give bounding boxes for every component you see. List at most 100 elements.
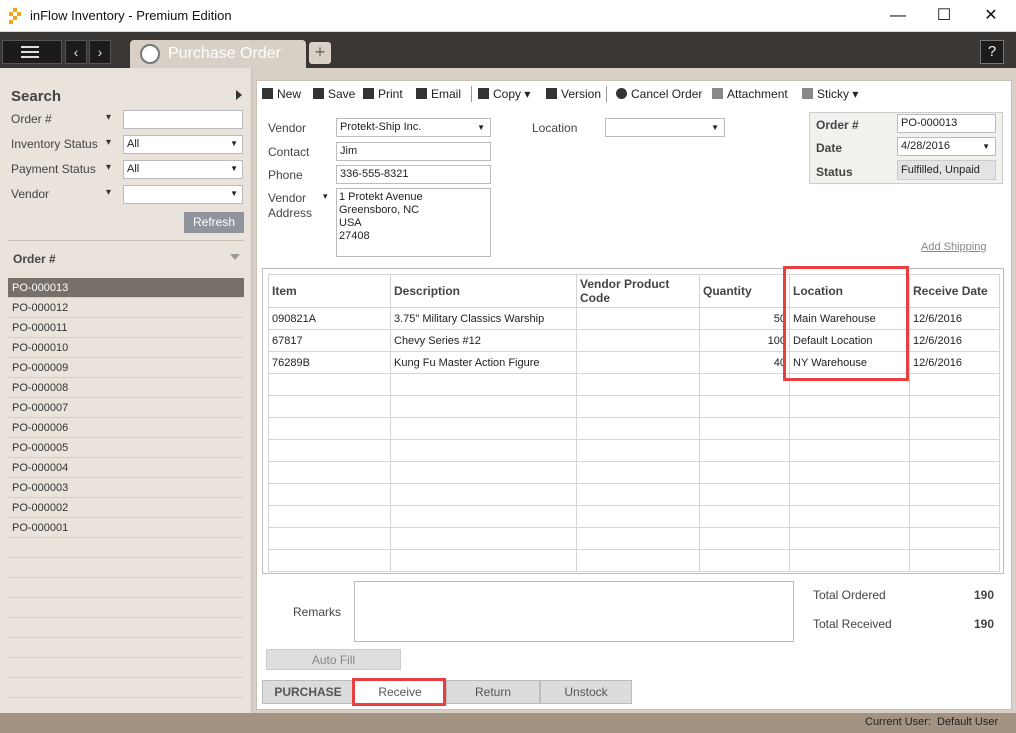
location-select[interactable]: ▼ (605, 118, 725, 137)
sticky-button[interactable]: Sticky ▾ (802, 87, 858, 101)
empty-table-row[interactable] (268, 461, 1000, 484)
cell-vendor-product-code[interactable] (576, 351, 700, 374)
list-item[interactable]: PO-000005 (8, 438, 244, 458)
maximize-button[interactable]: ☐ (934, 6, 954, 26)
list-item[interactable]: PO-000011 (8, 318, 244, 338)
cell-vendor-product-code[interactable] (576, 307, 700, 330)
current-user-value: Default User (937, 716, 999, 728)
new-label: New (277, 87, 302, 101)
back-button[interactable]: ‹ (65, 40, 87, 64)
cell-item[interactable]: 090821A (268, 307, 391, 330)
cell-vendor-product-code[interactable] (576, 329, 700, 352)
cell-quantity[interactable]: 100 (699, 329, 790, 352)
vendor-address-field[interactable]: 1 Protekt Avenue Greensboro, NC USA 2740… (336, 188, 491, 257)
new-button[interactable]: New (262, 87, 301, 101)
payment-status-select[interactable]: All ▼ (123, 160, 243, 179)
email-button[interactable]: Email (416, 87, 461, 101)
dropdown-icon[interactable]: ▾ (106, 162, 111, 173)
cell-receive-date[interactable]: 12/6/2016 (909, 351, 1000, 374)
list-item[interactable]: PO-000006 (8, 418, 244, 438)
list-item[interactable]: PO-000004 (8, 458, 244, 478)
chevron-down-icon[interactable]: ▾ (852, 87, 858, 101)
list-item[interactable]: PO-000002 (8, 498, 244, 518)
dropdown-icon[interactable]: ▾ (106, 187, 111, 198)
column-header-item[interactable]: Item (268, 274, 391, 308)
column-header-receive-date[interactable]: Receive Date (909, 274, 1000, 308)
empty-table-row[interactable] (268, 395, 1000, 418)
list-item[interactable]: PO-000001 (8, 518, 244, 538)
empty-table-row[interactable] (268, 505, 1000, 528)
forward-button[interactable]: › (89, 40, 111, 64)
search-title: Search (11, 88, 62, 105)
dropdown-icon[interactable]: ▾ (323, 191, 328, 202)
refresh-button[interactable]: Refresh (184, 212, 244, 233)
receive-tab-highlight (352, 678, 446, 706)
order-number-field[interactable]: PO-000013 (897, 114, 996, 133)
filter-vendor-label: Vendor (11, 187, 50, 201)
cell-item[interactable]: 76289B (268, 351, 391, 374)
cell-quantity[interactable]: 50 (699, 307, 790, 330)
collapse-arrow-icon[interactable] (236, 90, 242, 100)
phone-input[interactable]: 336-555-8321 (336, 165, 491, 184)
list-item[interactable]: PO-000010 (8, 338, 244, 358)
chevron-down-icon: ▼ (711, 123, 719, 132)
vendor-select[interactable]: ▼ (123, 185, 243, 204)
help-button[interactable]: ? (980, 40, 1004, 64)
cancel-order-button[interactable]: Cancel Order (616, 87, 702, 101)
attachment-button[interactable]: Attachment (712, 87, 788, 101)
cell-description[interactable]: 3.75" Military Classics Warship (390, 307, 577, 330)
column-header-description[interactable]: Description (390, 274, 577, 308)
chevron-down-icon: ▼ (982, 142, 990, 151)
close-button[interactable]: ✕ (981, 6, 1001, 26)
empty-table-row[interactable] (268, 417, 1000, 440)
column-header-quantity[interactable]: Quantity (699, 274, 790, 308)
order-list: PO-000013 PO-000012 PO-000011 PO-000010 … (8, 278, 244, 718)
contact-input[interactable]: Jim (336, 142, 491, 161)
vendor-select[interactable]: Protekt-Ship Inc. ▼ (336, 118, 491, 137)
menu-button[interactable] (2, 40, 62, 64)
dropdown-icon[interactable]: ▾ (106, 137, 111, 148)
list-item[interactable]: PO-000007 (8, 398, 244, 418)
list-item[interactable]: PO-000012 (8, 298, 244, 318)
toolbar: New Save Print Email Copy ▾ Version Canc… (256, 84, 1016, 104)
cell-receive-date[interactable]: 12/6/2016 (909, 329, 1000, 352)
remarks-textarea[interactable] (354, 581, 794, 642)
filter-payment-status-label: Payment Status (11, 162, 96, 176)
empty-table-row[interactable] (268, 549, 1000, 572)
minimize-button[interactable]: — (888, 6, 908, 26)
print-button[interactable]: Print (363, 87, 403, 101)
list-item[interactable]: PO-000003 (8, 478, 244, 498)
list-item[interactable]: PO-000008 (8, 378, 244, 398)
tab-unstock[interactable]: Unstock (540, 680, 632, 704)
order-list-header[interactable]: Order # (13, 252, 56, 266)
list-item[interactable]: PO-000009 (8, 358, 244, 378)
tab-purchase[interactable]: PURCHASE (262, 680, 354, 704)
cell-quantity[interactable]: 40 (699, 351, 790, 374)
save-button[interactable]: Save (313, 87, 355, 101)
dropdown-icon[interactable]: ▾ (106, 112, 111, 123)
inventory-status-select[interactable]: All ▼ (123, 135, 243, 154)
phone-label: Phone (268, 168, 303, 182)
sort-arrow-icon[interactable] (230, 254, 240, 260)
column-header-vendor-product-code[interactable]: Vendor Product Code (576, 274, 700, 308)
tab-purchase-order[interactable]: Purchase Order (130, 40, 306, 68)
empty-table-row[interactable] (268, 527, 1000, 550)
print-label: Print (378, 87, 403, 101)
add-shipping-link[interactable]: Add Shipping (921, 241, 986, 253)
cell-description[interactable]: Kung Fu Master Action Figure (390, 351, 577, 374)
tab-return[interactable]: Return (446, 680, 540, 704)
paperclip-icon (712, 88, 723, 99)
add-tab-button[interactable]: + (309, 42, 331, 64)
copy-button[interactable]: Copy ▾ (478, 87, 530, 101)
order-number-input[interactable] (123, 110, 243, 129)
empty-table-row[interactable] (268, 483, 1000, 506)
cell-item[interactable]: 67817 (268, 329, 391, 352)
auto-fill-button[interactable]: Auto Fill (266, 649, 401, 670)
chevron-down-icon[interactable]: ▾ (524, 87, 530, 101)
date-picker[interactable]: 4/28/2016 ▼ (897, 137, 996, 156)
cell-receive-date[interactable]: 12/6/2016 (909, 307, 1000, 330)
list-item[interactable]: PO-000013 (8, 278, 244, 298)
version-button[interactable]: Version (546, 87, 601, 101)
empty-table-row[interactable] (268, 439, 1000, 462)
cell-description[interactable]: Chevy Series #12 (390, 329, 577, 352)
